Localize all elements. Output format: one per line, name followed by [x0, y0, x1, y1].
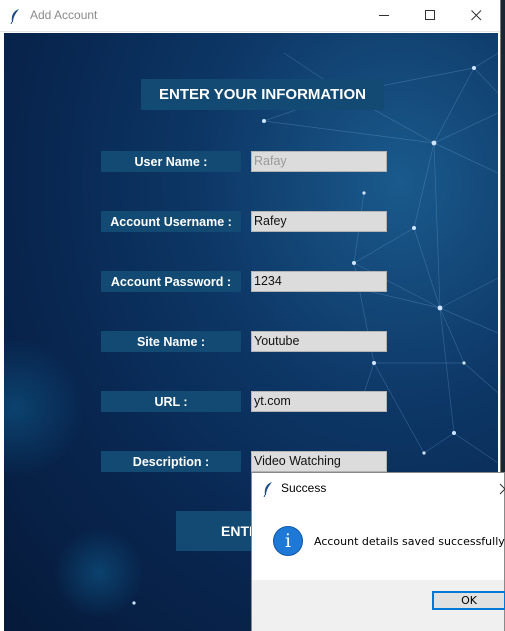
info-icon: i: [273, 526, 303, 556]
site-name-field[interactable]: Youtube: [251, 331, 387, 352]
maximize-button[interactable]: [408, 0, 454, 31]
site-name-label: Site Name :: [101, 331, 241, 352]
form-heading: ENTER YOUR INFORMATION: [141, 79, 384, 110]
url-label: URL :: [101, 391, 241, 412]
account-username-field[interactable]: Rafey: [251, 211, 387, 232]
dialog-title-bar[interactable]: Success: [252, 473, 505, 503]
dialog-close-button[interactable]: [498, 481, 505, 495]
url-field[interactable]: yt.com: [251, 391, 387, 412]
account-username-label: Account Username :: [101, 211, 241, 232]
user-name-label: User Name :: [101, 151, 241, 172]
success-dialog: Success i Account details saved successf…: [251, 472, 505, 631]
maximize-icon: [425, 10, 435, 20]
account-password-label: Account Password :: [101, 271, 241, 292]
description-field[interactable]: Video Watching: [251, 451, 387, 472]
close-button[interactable]: [454, 0, 500, 31]
minimize-button[interactable]: [362, 0, 408, 31]
window-title: Add Account: [30, 8, 98, 22]
account-password-field[interactable]: 1234: [251, 271, 387, 292]
title-bar[interactable]: Add Account: [0, 0, 500, 32]
feather-icon: [263, 482, 272, 497]
close-icon: [499, 483, 505, 495]
feather-icon: [10, 9, 19, 24]
user-name-field[interactable]: Rafay: [251, 151, 387, 172]
dialog-message: Account details saved successfully!: [314, 535, 505, 548]
description-label: Description :: [101, 451, 241, 472]
minimize-icon: [379, 15, 389, 16]
close-icon: [471, 10, 482, 21]
dialog-footer: OK: [252, 580, 505, 631]
dialog-title: Success: [281, 481, 327, 495]
ok-button[interactable]: OK: [432, 591, 505, 610]
